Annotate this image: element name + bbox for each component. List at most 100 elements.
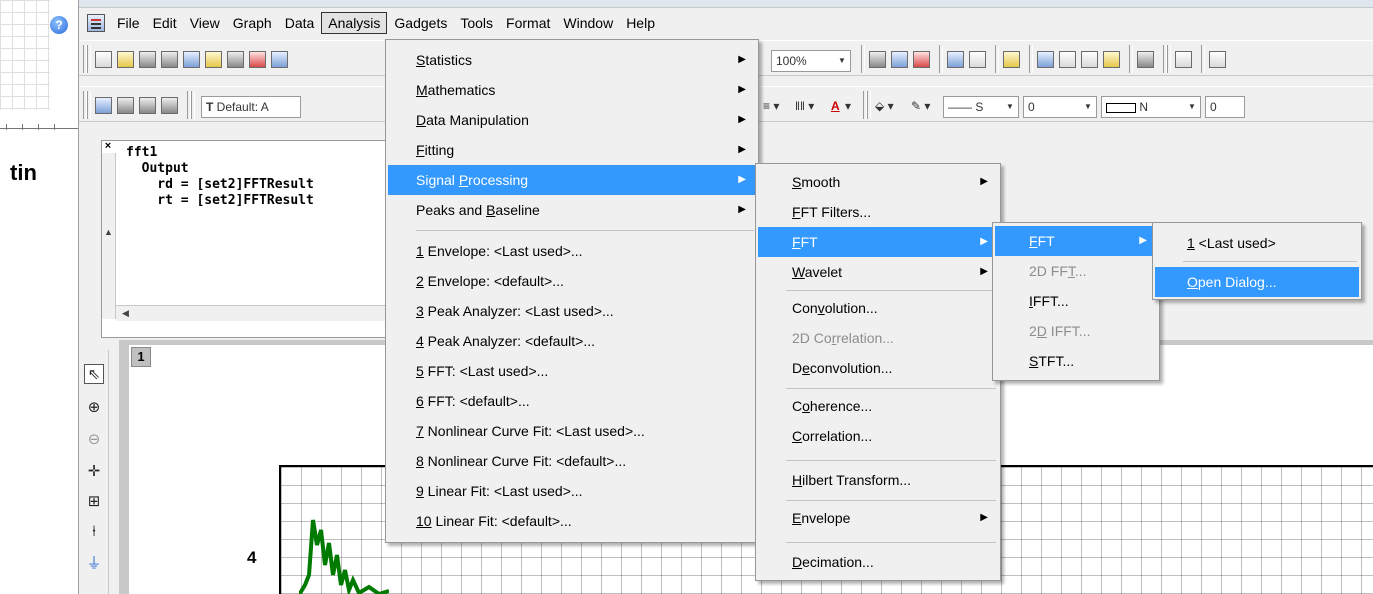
menu-item-decimation[interactable]: Decimation... (758, 547, 998, 577)
menu-item-1-last-used[interactable]: 1 <Last used> (1155, 228, 1359, 258)
mask-icon[interactable]: ⏚ (84, 554, 104, 574)
symbol-size-combo[interactable]: 0 (1205, 96, 1245, 118)
toolbar-grip[interactable] (87, 91, 91, 119)
export-icon[interactable] (139, 97, 156, 114)
data-reader-icon[interactable] (1175, 51, 1192, 68)
line-style-combo[interactable]: —— S ▼ (943, 96, 1019, 118)
layout-icon[interactable] (1209, 51, 1226, 68)
menu-item-1-envelope-last-used[interactable]: 1 Envelope: <Last used>... (388, 236, 756, 266)
new-project-icon[interactable] (95, 51, 112, 68)
toolbar-grip[interactable] (191, 91, 195, 119)
command-window-icon[interactable] (1059, 51, 1076, 68)
import-icon[interactable] (95, 97, 112, 114)
menu-item-4-peak-analyzer-default[interactable]: 4 Peak Analyzer: <default>... (388, 326, 756, 356)
close-icon[interactable]: × (102, 141, 114, 153)
menu-item-correlation[interactable]: Correlation... (758, 421, 998, 451)
menu-analysis[interactable]: Analysis (321, 12, 388, 34)
toolbar-grip[interactable] (867, 91, 871, 119)
add-column-icon[interactable] (1137, 51, 1154, 68)
edit-icon[interactable] (947, 51, 964, 68)
font-color-icon[interactable]: A (831, 97, 840, 115)
toolbar-grip[interactable] (861, 45, 865, 73)
menu-item-mathematics[interactable]: Mathematics ▶ (388, 75, 756, 105)
menu-item-wavelet[interactable]: Wavelet ▶ (758, 257, 998, 287)
menu-item-9-linear-fit-last-used[interactable]: 9 Linear Fit: <Last used>... (388, 476, 756, 506)
menu-item-statistics[interactable]: Statistics ▶ (388, 45, 756, 75)
layer-badge[interactable]: 1 (131, 347, 151, 367)
toolbar-grip[interactable] (1167, 45, 1171, 73)
data-plot-trace[interactable] (299, 515, 389, 594)
menu-item-signal-processing[interactable]: Signal Processing ▶ (388, 165, 756, 195)
crosshair-icon[interactable]: ✛ (84, 462, 104, 482)
new-layout-icon[interactable] (249, 51, 266, 68)
print-icon[interactable] (869, 51, 886, 68)
workbook-icon[interactable] (87, 14, 105, 32)
menu-item-fft[interactable]: FFT ▶ (995, 226, 1157, 256)
menu-item-deconvolution[interactable]: Deconvolution... (758, 353, 998, 383)
menu-item-ifft[interactable]: IFFT... (995, 286, 1157, 316)
menu-item-open-dialog[interactable]: Open Dialog... (1155, 267, 1359, 297)
menu-item-10-linear-fit-default[interactable]: 10 Linear Fit: <default>... (388, 506, 756, 536)
toolbar-grip[interactable] (995, 45, 999, 73)
menu-item-3-peak-analyzer-last-used[interactable]: 3 Peak Analyzer: <Last used>... (388, 296, 756, 326)
align-icon[interactable]: ≡ ▾ (763, 97, 779, 115)
menu-item-2-envelope-default[interactable]: 2 Envelope: <default>... (388, 266, 756, 296)
code-builder-icon[interactable] (1081, 51, 1098, 68)
menu-gadgets[interactable]: Gadgets (388, 13, 453, 33)
menu-item-6-fft-default[interactable]: 6 FFT: <default>... (388, 386, 756, 416)
menu-format[interactable]: Format (500, 13, 556, 33)
toolbar-grip[interactable] (87, 45, 91, 73)
menu-item-7-nonlinear-curve-fit-last-used[interactable]: 7 Nonlinear Curve Fit: <Last used>... (388, 416, 756, 446)
new-function-icon[interactable] (227, 51, 244, 68)
menu-item-5-fft-last-used[interactable]: 5 FFT: <Last used>... (388, 356, 756, 386)
menu-tools[interactable]: Tools (454, 13, 499, 33)
new-excel-icon[interactable] (161, 51, 178, 68)
zoom-combo[interactable]: 100% ▼ (771, 50, 851, 72)
menu-item-2d-correlation[interactable]: 2D Correlation... (758, 323, 998, 353)
font-combo[interactable]: T Default: A (201, 96, 301, 118)
zoom-in-icon[interactable]: ⊕ (84, 398, 104, 418)
menu-item-convolution[interactable]: Convolution... (758, 293, 998, 323)
results-log-icon[interactable] (1037, 51, 1054, 68)
line-width-combo[interactable]: 0 ▼ (1023, 96, 1097, 118)
zoom-out-icon[interactable]: ⊖ (84, 430, 104, 450)
line-color-icon[interactable]: ✎ ▾ (911, 97, 930, 115)
menu-help[interactable]: Help (620, 13, 661, 33)
menu-item-stft[interactable]: STFT... (995, 346, 1157, 376)
pointer-icon[interactable]: ⇖ (84, 364, 104, 384)
menu-item-coherence[interactable]: Coherence... (758, 391, 998, 421)
scroll-up-icon[interactable]: ▲ (104, 227, 113, 237)
menu-data[interactable]: Data (279, 13, 321, 33)
menu-item-envelope[interactable]: Envelope ▶ (758, 503, 998, 533)
app-gallery-icon[interactable] (1103, 51, 1120, 68)
new-matrix-icon[interactable] (205, 51, 222, 68)
new-graph-icon[interactable] (183, 51, 200, 68)
menu-file[interactable]: File (111, 13, 146, 33)
toolbar-grip[interactable] (939, 45, 943, 73)
menu-item-8-nonlinear-curve-fit-default[interactable]: 8 Nonlinear Curve Fit: <default>... (388, 446, 756, 476)
toolbar-grip[interactable] (1201, 45, 1205, 73)
menu-item-peaks-and-baseline[interactable]: Peaks and Baseline ▶ (388, 195, 756, 225)
vertical-scrollbar[interactable]: ▲ (102, 153, 116, 319)
menu-item-fft[interactable]: FFT ▶ (758, 227, 998, 257)
menu-item-fitting[interactable]: Fitting ▶ (388, 135, 756, 165)
menu-item-hilbert-transform[interactable]: Hilbert Transform... (758, 465, 998, 495)
database-icon[interactable] (161, 97, 178, 114)
import-wizard-icon[interactable] (117, 97, 134, 114)
screen-reader-icon[interactable]: ⊞ (84, 492, 104, 512)
menu-item-smooth[interactable]: Smooth ▶ (758, 167, 998, 197)
menu-item-2d-ifft[interactable]: 2D IFFT... (995, 316, 1157, 346)
menu-view[interactable]: View (184, 13, 226, 33)
scroll-left-icon[interactable]: ◀ (122, 308, 129, 319)
menu-window[interactable]: Window (557, 13, 619, 33)
toolbar-grip[interactable] (1029, 45, 1033, 73)
open-icon[interactable] (117, 51, 134, 68)
menu-item-fft-filters[interactable]: FFT Filters... (758, 197, 998, 227)
column-icon[interactable]: ‖‖ ▾ (795, 97, 814, 115)
presentation-icon[interactable] (891, 51, 908, 68)
new-workbook-icon[interactable] (139, 51, 156, 68)
menu-edit[interactable]: Edit (147, 13, 183, 33)
list-icon[interactable] (969, 51, 986, 68)
toolbar-grip[interactable] (1129, 45, 1133, 73)
fill-color-icon[interactable]: ⬙ ▾ (875, 97, 894, 115)
